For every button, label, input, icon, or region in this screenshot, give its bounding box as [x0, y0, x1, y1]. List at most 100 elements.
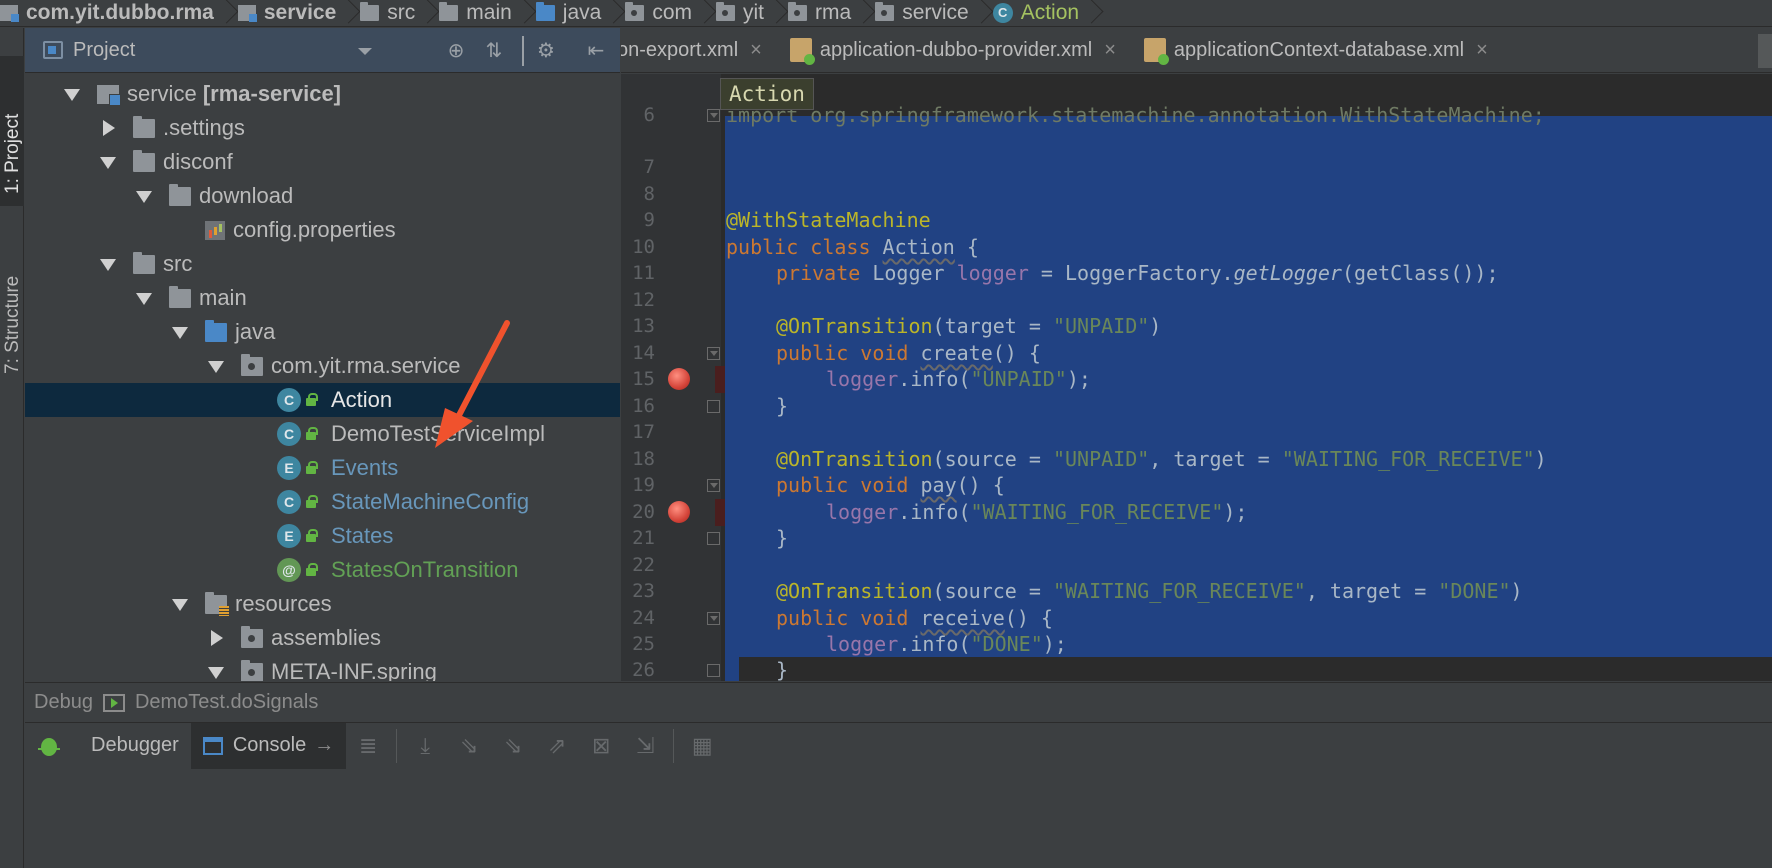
expand-toggle-icon[interactable] [205, 661, 227, 681]
tree-node-resources[interactable]: resources [25, 587, 620, 621]
code-line: 17 [621, 419, 1772, 446]
line-number: 12 [632, 289, 655, 311]
tree-node-src[interactable]: src [25, 247, 620, 281]
view-dropdown-chevron-icon[interactable] [358, 48, 372, 55]
tree-node-assemblies[interactable]: assemblies [25, 621, 620, 655]
tree-node-java[interactable]: java [25, 315, 620, 349]
expand-toggle-icon[interactable] [205, 355, 227, 377]
fold-marker-icon[interactable] [707, 109, 720, 122]
tree-node-events[interactable]: E Events [25, 451, 620, 485]
breadcrumb-action-class[interactable]: C Action [989, 0, 1085, 26]
fold-marker-icon[interactable] [707, 400, 720, 413]
expand-toggle-icon[interactable] [97, 253, 119, 275]
expand-toggle-icon[interactable] [205, 627, 227, 649]
evaluate-expression-icon[interactable]: ▦ [688, 732, 716, 760]
expand-toggle-icon[interactable] [97, 117, 119, 139]
line-number: 15 [632, 368, 655, 390]
fold-marker-icon[interactable] [707, 664, 720, 677]
expand-toggle-icon[interactable] [169, 593, 191, 615]
breadcrumb-label: com.yit.dubbo.rma [26, 1, 214, 24]
force-step-into-icon[interactable]: ⇘ [499, 732, 527, 760]
tree-node-main[interactable]: main [25, 281, 620, 315]
editor-tab-export-xml[interactable]: on-export.xml × [621, 28, 776, 72]
field-token: logger [826, 500, 899, 524]
lock-icon [305, 495, 319, 509]
tree-node-download[interactable]: download [25, 179, 620, 213]
editor-breadcrumb-chip[interactable]: Action [720, 78, 814, 110]
code-token: (source = [932, 579, 1053, 603]
breadcrumb-module-rma[interactable]: com.yit.dubbo.rma [0, 0, 220, 26]
tree-node-state-machine-config[interactable]: C StateMachineConfig [25, 485, 620, 519]
tree-node-service-module[interactable]: service [rma-service] [25, 77, 620, 111]
expand-toggle-icon[interactable] [97, 151, 119, 173]
locate-target-icon[interactable]: ⊕ [445, 40, 467, 62]
gear-icon[interactable]: ⚙ [535, 40, 557, 62]
breadcrumb-com[interactable]: com [621, 0, 698, 26]
expand-toggle-icon[interactable] [61, 83, 83, 105]
fold-marker-icon[interactable] [707, 532, 720, 545]
breadcrumb-main[interactable]: main [435, 0, 518, 26]
line-number: 24 [632, 607, 655, 629]
editor-tab-database-context[interactable]: applicationContext-database.xml × [1130, 28, 1502, 72]
tree-node-states[interactable]: E States [25, 519, 620, 553]
breadcrumb-service-package[interactable]: service [871, 0, 975, 26]
tree-node-package[interactable]: com.yit.rma.service [25, 349, 620, 383]
code-line: 13 @OnTransition(target = "UNPAID") [621, 313, 1772, 340]
show-execution-point-icon[interactable]: ≣ [354, 732, 382, 760]
package-icon [875, 2, 895, 21]
tree-node-demo-impl[interactable]: C DemoTestServiceImpl [25, 417, 620, 451]
hide-panel-icon[interactable]: ⇤ [585, 40, 607, 62]
breadcrumb-yit[interactable]: yit [712, 0, 770, 26]
code-line: 20 logger.info("WAITING_FOR_RECEIVE"); [621, 499, 1772, 526]
tree-node-meta-inf[interactable]: META-INF.spring [25, 655, 620, 681]
expand-toggle-icon[interactable] [133, 287, 155, 309]
breakpoint-icon[interactable] [668, 501, 690, 523]
close-icon[interactable]: × [750, 39, 762, 62]
step-over-icon[interactable]: ⤓ [411, 732, 439, 760]
code-text: public void receive() { [776, 605, 1053, 632]
tree-node-action[interactable]: C Action [25, 383, 620, 417]
close-icon[interactable]: × [1476, 39, 1488, 62]
code-editor[interactable]: Action 6 import org.springframework.state… [621, 74, 1772, 681]
debug-window-title: Debug DemoTest.doSignals [25, 682, 1772, 722]
fold-marker-icon[interactable] [707, 479, 720, 492]
tab-debugger[interactable]: Debugger [79, 723, 191, 769]
close-icon[interactable]: × [1104, 39, 1116, 62]
run-to-cursor-icon[interactable]: ⇲ [631, 732, 659, 760]
drop-frame-icon[interactable]: ⊠ [587, 732, 615, 760]
tree-node-config-properties[interactable]: config.properties [25, 213, 620, 247]
line-number: 18 [632, 448, 655, 470]
step-out-icon[interactable]: ⇗ [543, 732, 571, 760]
breadcrumb-service-module[interactable]: service [234, 0, 342, 26]
breadcrumb-rma[interactable]: rma [784, 0, 857, 26]
fold-marker-icon[interactable] [707, 612, 720, 625]
collapse-all-icon[interactable]: ⇅ [483, 40, 505, 62]
breadcrumb-java[interactable]: java [532, 0, 608, 26]
restore-layout-icon[interactable]: → [314, 734, 334, 757]
tab-console[interactable]: Console → [190, 722, 347, 769]
step-into-icon[interactable]: ⇘ [455, 732, 483, 760]
tool-tab-structure[interactable]: 7: Structure [0, 228, 24, 378]
tree-node-settings[interactable]: .settings [25, 111, 620, 145]
expand-toggle-icon[interactable] [133, 185, 155, 207]
debug-config-tab[interactable]: DemoTest.doSignals [135, 691, 318, 714]
line-number: 9 [643, 209, 655, 231]
fold-marker-icon[interactable] [707, 347, 720, 360]
code-text: logger.info("DONE"); [826, 631, 1067, 658]
tree-node-label: download [199, 183, 294, 208]
class-icon: C [277, 422, 301, 446]
bug-icon[interactable] [35, 734, 63, 758]
tree-node-states-on-transition[interactable]: @ StatesOnTransition [25, 553, 620, 587]
project-panel-title[interactable]: Project [73, 39, 135, 62]
tab-scroll-handle[interactable] [1758, 34, 1772, 68]
tab-label: Console [232, 734, 307, 756]
tool-tab-project[interactable]: 1: Project [0, 56, 24, 206]
module-icon [97, 84, 121, 106]
tree-node-disconf[interactable]: disconf [25, 145, 620, 179]
editor-tab-dubbo-provider[interactable]: application-dubbo-provider.xml × [776, 28, 1130, 72]
lock-icon [305, 461, 319, 475]
breadcrumb-src[interactable]: src [356, 0, 421, 26]
expand-toggle-icon[interactable] [169, 321, 191, 343]
breakpoint-icon[interactable] [668, 368, 690, 390]
code-text: @OnTransition(source = "WAITING_FOR_RECE… [776, 578, 1523, 605]
